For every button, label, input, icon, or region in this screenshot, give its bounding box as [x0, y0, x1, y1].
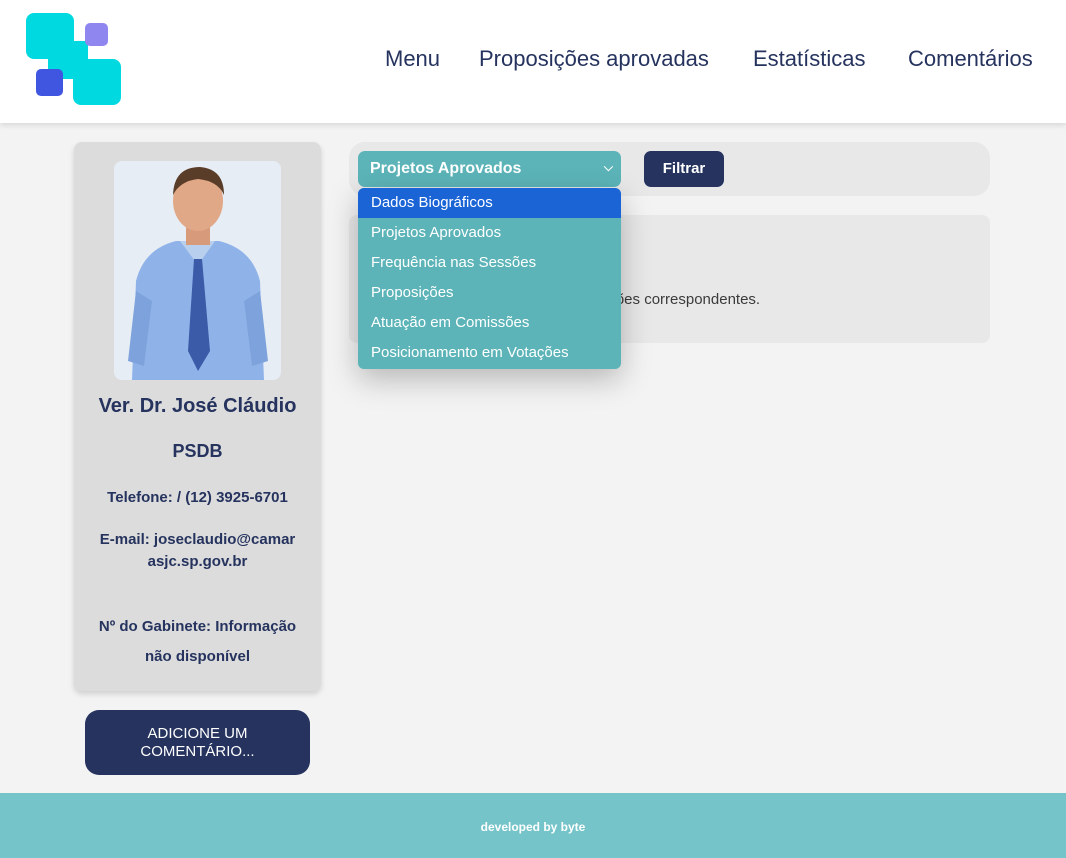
content-text: ações correspondentes.: [600, 291, 761, 308]
filter-select-value: Projetos Aprovados: [370, 160, 522, 177]
nav-menu[interactable]: Menu: [385, 46, 440, 76]
profile-photo: [114, 161, 281, 380]
nav-comentarios[interactable]: Comentários: [908, 46, 1033, 76]
chevron-down-icon: ⌵: [603, 160, 613, 174]
site-header: Menu Proposições aprovadas Estatísticas …: [0, 0, 1066, 123]
filter-select[interactable]: Projetos Aprovados ⌵: [358, 151, 621, 187]
dropdown-option-dados-biograficos[interactable]: Dados Biográficos: [358, 188, 621, 218]
nav-estatisticas[interactable]: Estatísticas: [753, 46, 865, 76]
dropdown-option-frequencia[interactable]: Frequência nas Sessões: [358, 248, 621, 278]
dropdown-option-proposicoes[interactable]: Proposições: [358, 278, 621, 308]
site-footer: developed by byte: [0, 793, 1066, 858]
profile-name: Ver. Dr. José Cláudio: [98, 395, 297, 417]
add-comment-button[interactable]: ADICIONE UM COMENTÁRIO...: [85, 710, 310, 775]
profile-party: PSDB: [172, 441, 223, 461]
dropdown-option-comissoes[interactable]: Atuação em Comissões: [358, 308, 621, 338]
dropdown-option-votacoes[interactable]: Posicionamento em Votações: [358, 338, 621, 368]
profile-phone: Telefone: / (12) 3925-6701: [107, 489, 288, 506]
dropdown-option-projetos-aprovados[interactable]: Projetos Aprovados: [358, 218, 621, 248]
profile-office: Nº do Gabinete: Informação não disponíve…: [98, 618, 297, 665]
filter-dropdown: Dados Biográficos Projetos Aprovados Fre…: [358, 188, 621, 369]
nav-proposicoes-aprovadas[interactable]: Proposições aprovadas: [479, 46, 709, 76]
filter-button[interactable]: Filtrar: [644, 151, 724, 187]
profile-card: Ver. Dr. José Cláudio PSDB Telefone: / (…: [74, 142, 321, 691]
logo[interactable]: [26, 13, 121, 105]
footer-credit: developed by byte: [480, 820, 586, 834]
profile-email: E-mail: joseclaudio@camarasjc.sp.gov.br: [99, 531, 296, 570]
